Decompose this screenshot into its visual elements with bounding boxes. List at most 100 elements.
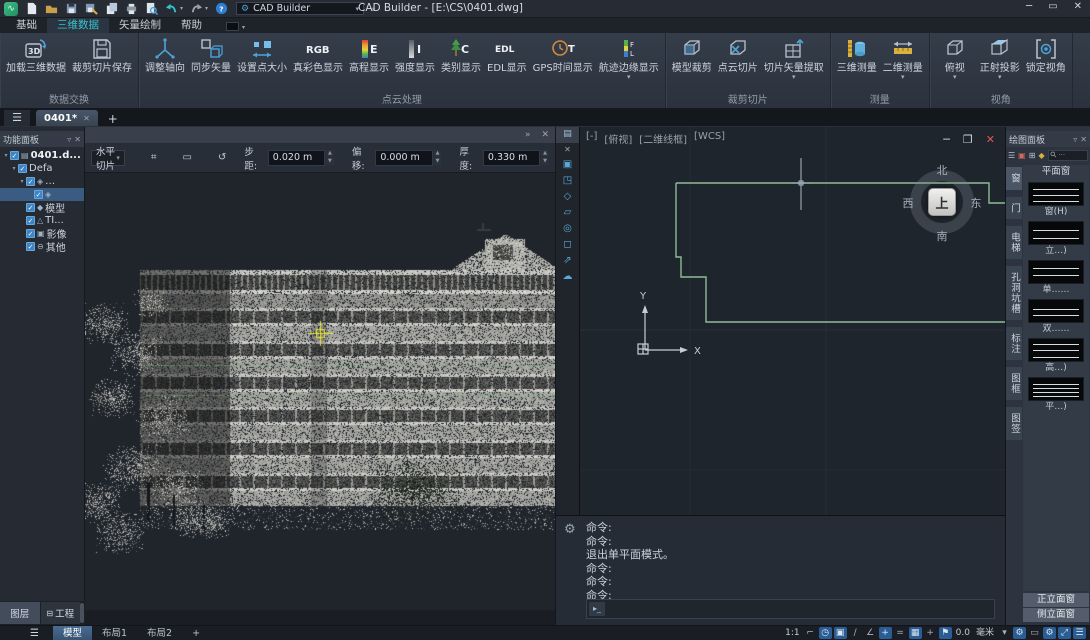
menu-tab-0[interactable]: 基础 [6, 18, 47, 33]
ribbon-button[interactable]: TGPS时间显示 [530, 35, 596, 81]
viewport-close-button[interactable]: ✕ [986, 133, 995, 146]
tree-item-2[interactable]: ▾✓◈… [0, 175, 84, 188]
history-icon[interactable]: ◷ [819, 627, 832, 639]
block-item-4[interactable]: 高…) [1023, 338, 1089, 374]
compass-east[interactable]: 东 [969, 195, 983, 211]
panel-tab-1[interactable]: ⊟工程 [41, 602, 81, 624]
ribbon-button[interactable]: FL航迹边缘显示▾ [596, 35, 662, 81]
snap-grid-icon[interactable]: ▦ [909, 627, 922, 639]
panel-scrollbar[interactable] [80, 603, 84, 623]
checkbox[interactable]: ✓ [26, 216, 35, 225]
plan-viewport[interactable]: Y X [-][俯视][二维线框][WCS] ─ ❐ ✕ 北 南 西 东 上 [579, 127, 1005, 515]
dynamic-input-icon[interactable]: + [924, 627, 937, 639]
tree-item-3[interactable]: ✓◈ [0, 188, 84, 201]
save-as-icon[interactable] [84, 2, 98, 16]
redo-icon[interactable] [189, 2, 203, 16]
chevron-down-icon[interactable]: ▾ [205, 5, 208, 12]
checkbox[interactable]: ✓ [26, 242, 35, 251]
preview-icon[interactable] [144, 2, 158, 16]
spin-up-icon[interactable]: ▲ [434, 150, 442, 157]
viewport-header-item-2[interactable]: [二维线框] [639, 131, 687, 146]
block-item-5[interactable]: 平…) [1023, 377, 1089, 413]
compass-north[interactable]: 北 [935, 162, 949, 178]
layout-tab-0[interactable]: 模型 [53, 626, 92, 640]
menu-icon[interactable]: ☰ [1008, 151, 1015, 160]
rect-select-icon[interactable]: ▭ [183, 152, 192, 163]
add-tab-button[interactable]: + [108, 112, 118, 126]
category-tab-0[interactable]: 窗 [1006, 167, 1022, 190]
ribbon-button[interactable]: EDLEDL显示 [484, 35, 530, 81]
compass-west[interactable]: 西 [901, 195, 915, 211]
workspace-gear-icon[interactable]: ⚙ [1013, 627, 1026, 639]
ucs-toggle-icon[interactable]: ⌐ [804, 627, 817, 639]
precision-display[interactable]: 0.0 [954, 627, 972, 639]
save-icon[interactable] [64, 2, 78, 16]
view-window-button-1[interactable]: 侧立面窗 [1023, 608, 1089, 622]
ribbon-button[interactable]: 俯视▾ [933, 35, 977, 81]
ribbon-button[interactable]: RGB真彩色显示 [290, 35, 346, 81]
spinner[interactable]: ▲▼ [326, 150, 334, 166]
ribbon-button[interactable]: I强度显示 [392, 35, 438, 81]
unit-dropdown-icon[interactable]: ▾ [998, 627, 1011, 639]
ortho-icon[interactable]: ∕ [849, 627, 862, 639]
tree-item-1[interactable]: ▾✓Defa [0, 162, 84, 175]
category-tab-2[interactable]: 电梯 [1006, 226, 1022, 259]
section-box-icon[interactable]: ◳ [556, 173, 579, 189]
command-settings-icon[interactable]: ⚙ [564, 522, 576, 537]
viewport-restore-button[interactable]: ❐ [963, 133, 973, 146]
edit-plane-icon[interactable]: ▱ [556, 205, 579, 221]
category-tab-4[interactable]: 标注 [1006, 327, 1022, 360]
tree-expand-icon[interactable]: ▾ [2, 152, 10, 159]
compass-south[interactable]: 南 [935, 228, 949, 244]
grid-icon[interactable]: ▣ [834, 627, 847, 639]
spinner[interactable]: ▲▼ [434, 150, 442, 166]
spin-up-icon[interactable]: ▲ [326, 150, 334, 157]
minimize-button[interactable]: ─ [1026, 1, 1032, 12]
slice-field-value[interactable]: 0.330 m [483, 150, 540, 166]
tree-expand-icon[interactable] [18, 243, 26, 250]
layout-tab-1[interactable]: 布局1 [92, 626, 137, 640]
spin-up-icon[interactable]: ▲ [541, 150, 549, 157]
new-file-icon[interactable] [24, 2, 38, 16]
close-button[interactable]: ✕ [1074, 1, 1082, 12]
fullscreen-icon[interactable]: ⤢ [1058, 627, 1071, 639]
block-item-2[interactable]: 单…… [1023, 260, 1089, 296]
open-file-icon[interactable] [44, 2, 58, 16]
viewport-header-item-3[interactable]: [WCS] [694, 131, 725, 146]
spin-down-icon[interactable]: ▼ [541, 158, 549, 165]
checkbox[interactable]: ✓ [26, 229, 35, 238]
spinner[interactable]: ▲▼ [541, 150, 549, 166]
command-input[interactable] [609, 602, 994, 617]
viewport-minimize-button[interactable]: ─ [943, 133, 950, 146]
tree-item-0[interactable]: ▾✓▤0401.d... [0, 149, 84, 162]
hamburger-menu-icon[interactable]: ☰ [4, 110, 30, 126]
equal-spacing-icon[interactable]: = [894, 627, 907, 639]
tree-expand-icon[interactable]: ▾ [10, 165, 18, 172]
polar-tracking-icon[interactable]: ∠ [864, 627, 877, 639]
annotation-flag-icon[interactable]: ⚑ [939, 627, 952, 639]
expand-icon[interactable]: » [525, 130, 531, 140]
slice-field-value[interactable]: 0.000 m [375, 150, 432, 166]
grid-view-icon[interactable]: ⊞ [1029, 151, 1036, 160]
compass-up-cube[interactable]: 上 [928, 188, 956, 216]
category-tab-6[interactable]: 图签 [1006, 407, 1022, 440]
checkbox[interactable]: ✓ [26, 203, 35, 212]
checkbox[interactable]: ✓ [26, 177, 35, 186]
checkbox[interactable]: ✓ [18, 164, 27, 173]
view-window-button-0[interactable]: 正立面窗 [1023, 593, 1089, 607]
layout-tab-2[interactable]: 布局2 [137, 626, 182, 640]
favorite-icon[interactable]: ◆ [1038, 151, 1044, 160]
menu-list-icon[interactable]: ☰ [1073, 627, 1086, 639]
tree-expand-icon[interactable] [18, 204, 26, 211]
chevron-down-icon[interactable]: ▾ [180, 5, 183, 12]
tree-item-4[interactable]: ✓◆模型 [0, 201, 84, 214]
ribbon-button[interactable]: 3D加载三维数据 [3, 35, 69, 81]
close-tab-icon[interactable]: ✕ [83, 114, 90, 123]
copy-icon[interactable] [104, 2, 118, 16]
checkbox[interactable]: ✓ [34, 190, 43, 199]
tree-expand-icon[interactable] [18, 230, 26, 237]
pin-icon[interactable]: ▿ [67, 135, 71, 144]
ribbon-button[interactable]: 锁定视角 [1023, 35, 1069, 81]
tree-expand-icon[interactable] [26, 191, 34, 198]
ribbon-button[interactable]: 同步矢量 [188, 35, 234, 81]
